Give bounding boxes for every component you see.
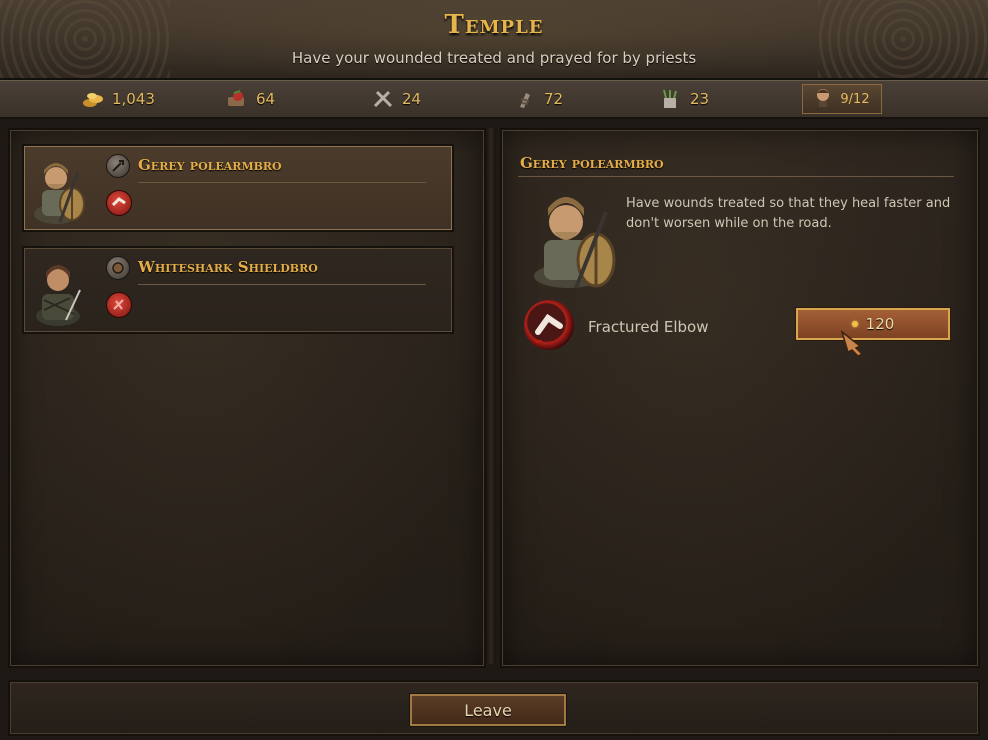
brother-list-panel: Gerey polearmbro Whiteshark Shieldbro: [8, 128, 486, 668]
treatment-description: Have wounds treated so that they heal fa…: [626, 196, 951, 231]
food-icon: [226, 88, 248, 110]
brother-name: Whiteshark Shieldbro: [138, 258, 318, 276]
resource-medicine: 72: [514, 88, 563, 110]
coin-icon: [851, 321, 858, 327]
fractured-elbow-icon: [524, 300, 574, 350]
detail-portrait: [526, 184, 626, 290]
detail-brother-name: Gerey polearmbro: [520, 154, 664, 172]
medicine-icon: [514, 88, 536, 110]
wound-icon: [106, 190, 132, 216]
brother-card-gerey[interactable]: Gerey polearmbro: [22, 144, 454, 232]
tools-icon: [372, 88, 394, 110]
crowns-icon: [82, 88, 104, 110]
food-value: 64: [256, 90, 276, 108]
crowns-value: 1,043: [112, 90, 155, 108]
roster-button[interactable]: 9/12: [802, 84, 882, 114]
detail-divider: [518, 176, 954, 177]
tools-value: 24: [402, 90, 422, 108]
page-title: Temple: [444, 10, 544, 40]
ammo-value: 23: [690, 90, 710, 108]
roster-count: 9/12: [840, 91, 870, 107]
treatment-cost: 120: [865, 315, 895, 333]
injury-name: Fractured Elbow: [588, 318, 709, 336]
treat-injury-button[interactable]: 120: [796, 308, 950, 340]
resource-bar: 1,043 64 24 72 23 9/12: [0, 80, 988, 119]
resource-crowns: 1,043: [82, 88, 155, 110]
resource-food: 64: [226, 88, 275, 110]
leave-button[interactable]: Leave: [410, 694, 566, 726]
ammo-icon: [660, 88, 682, 110]
brother-portrait: [30, 152, 92, 224]
panel-divider: [486, 128, 496, 664]
hand-cursor-icon: [838, 328, 868, 358]
brother-card-whiteshark[interactable]: Whiteshark Shieldbro: [22, 246, 454, 334]
shield-icon: [106, 256, 130, 280]
name-divider: [138, 284, 426, 285]
resource-ammo: 23: [660, 88, 709, 110]
medicine-value: 72: [544, 90, 564, 108]
brother-portrait: [30, 254, 92, 326]
brother-name: Gerey polearmbro: [138, 156, 282, 174]
wound-icon: [106, 292, 132, 318]
name-divider: [138, 182, 426, 183]
treatment-detail-panel: Gerey polearmbro Have wounds treated so …: [500, 128, 980, 668]
page-subtitle: Have your wounded treated and prayed for…: [291, 49, 697, 67]
roster-portrait-icon: [814, 87, 832, 111]
polearm-icon: [106, 154, 130, 178]
resource-tools: 24: [372, 88, 421, 110]
header: Temple Have your wounded treated and pra…: [0, 0, 988, 80]
footer-bar: Leave: [8, 680, 980, 736]
